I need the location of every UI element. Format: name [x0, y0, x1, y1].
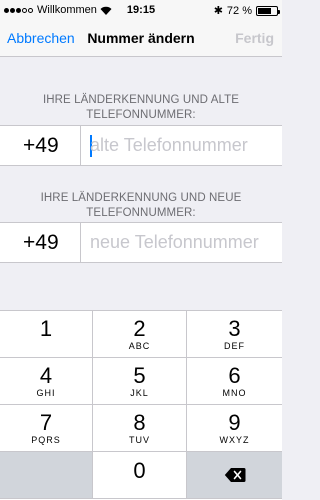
key-digit: 2 — [133, 316, 146, 341]
key-digit: 6 — [228, 363, 241, 388]
key-digit: 5 — [133, 363, 146, 388]
key-letters: WXYZ — [219, 435, 250, 445]
new-country-code[interactable]: +49 — [0, 223, 81, 262]
key-letters: TUV — [129, 435, 150, 445]
key-letters: MNO — [222, 388, 247, 398]
new-phone-number-input[interactable] — [82, 223, 282, 262]
key-4[interactable]: 4 GHI — [0, 358, 93, 405]
key-digit: 0 — [133, 458, 146, 483]
key-0[interactable]: 0 — [93, 452, 187, 499]
old-number-header: IHRE LÄNDERKENNUNG UND ALTE TELEFONNUMME… — [42, 94, 240, 121]
new-number-header: IHRE LÄNDERKENNUNG UND NEUE TELEFONNUMME… — [40, 192, 242, 219]
key-3[interactable]: 3 DEF — [187, 311, 282, 358]
old-phone-number-input[interactable] — [82, 126, 282, 165]
key-letters: DEF — [224, 341, 245, 351]
key-digit: 3 — [228, 316, 241, 341]
battery-percent: 72 % — [226, 4, 252, 17]
key-digit: 8 — [133, 410, 146, 435]
key-9[interactable]: 9 WXYZ — [187, 405, 282, 452]
new-number-row: +49 — [0, 222, 282, 263]
key-blank — [0, 452, 93, 499]
backspace-icon — [224, 468, 245, 482]
key-letters: ABC — [128, 341, 151, 351]
key-letters: JKL — [130, 388, 149, 398]
key-digit: 7 — [39, 410, 53, 435]
key-letters: GHI — [36, 388, 56, 398]
numeric-keypad: 1 2 ABC 3 DEF 4 GHI 5 JKL 6 MNO 7 PQRS 8 TUV 9W… — [0, 310, 282, 500]
key-digit: 1 — [39, 316, 53, 341]
key-digit: 9 — [228, 410, 241, 435]
delete-key[interactable] — [187, 452, 282, 499]
key-6[interactable]: 6 MNO — [187, 358, 282, 405]
key-8[interactable]: 8 TUV — [93, 405, 187, 452]
key-7[interactable]: 7 PQRS — [0, 405, 93, 452]
key-letters: PQRS — [31, 435, 61, 445]
key-1[interactable]: 1 — [0, 311, 93, 358]
key-2[interactable]: 2 ABC — [93, 311, 187, 358]
done-button[interactable]: Fertig — [235, 30, 274, 46]
key-5[interactable]: 5 JKL — [93, 358, 187, 405]
old-number-row: +49 — [0, 125, 282, 166]
battery-icon — [256, 5, 280, 16]
status-right: ✱ 72 % — [213, 4, 280, 17]
navigation-bar: Abbrechen Nummer ändern Fertig — [0, 20, 282, 57]
status-bar: Willkommen 19:15 ✱ 72 % — [0, 0, 282, 20]
bluetooth-icon: ✱ — [213, 5, 223, 17]
key-digit: 4 — [39, 363, 53, 388]
old-country-code[interactable]: +49 — [0, 126, 81, 165]
